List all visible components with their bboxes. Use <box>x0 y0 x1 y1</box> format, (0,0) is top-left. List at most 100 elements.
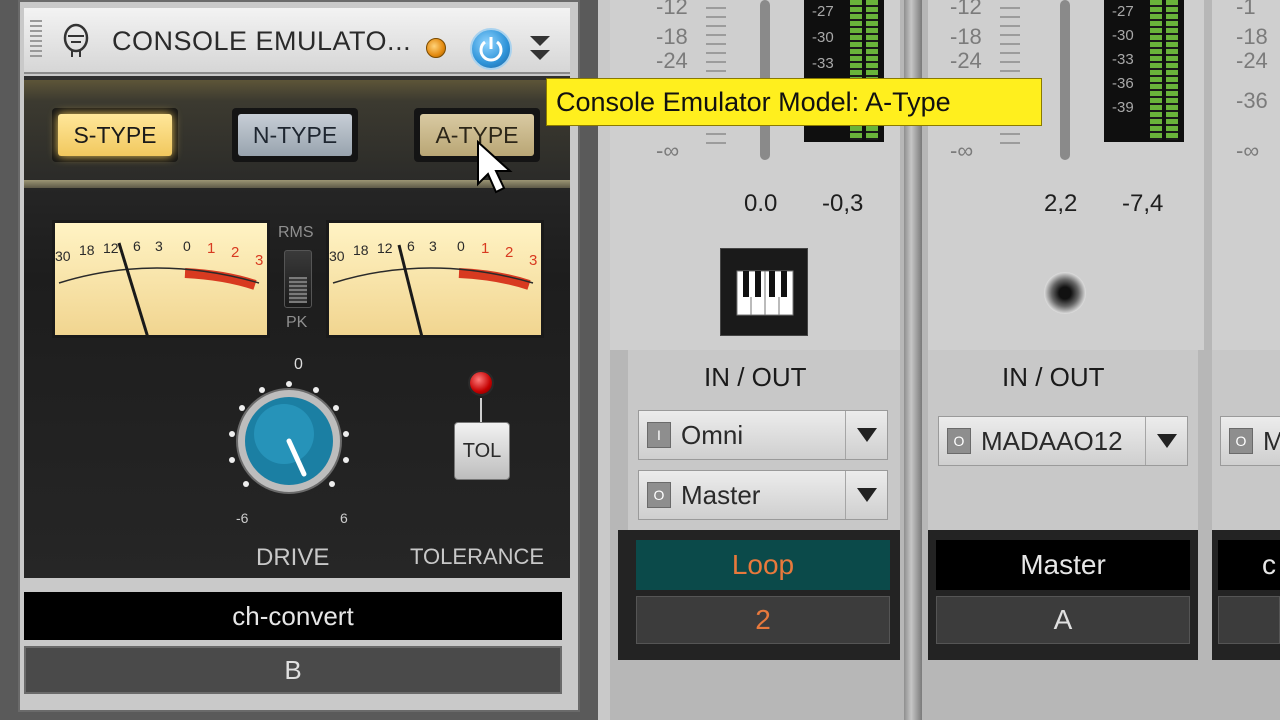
output-select[interactable]: O Master <box>638 470 888 520</box>
vu-meter-right: 30 18 12 6 3 0 1 2 3 <box>326 220 544 338</box>
output-value: MADAAO12 <box>981 425 1123 456</box>
drive-scale-zero: 0 <box>294 356 303 373</box>
meter-scale-33: -33 <box>1112 51 1134 68</box>
output-value: M <box>1263 425 1280 456</box>
meter-scale-30: -30 <box>1112 27 1134 44</box>
meter-bar-left <box>1150 0 1162 140</box>
input-select[interactable]: I Omni <box>638 410 888 460</box>
level-meter: -27 -30 -33 -36 -39 <box>1104 0 1184 142</box>
io-header: IN / OUT <box>1002 362 1105 392</box>
keyboard-icon[interactable] <box>720 248 808 336</box>
speaker-icon[interactable] <box>1044 272 1086 314</box>
vu-meter-left: 30 18 12 6 3 0 1 2 3 <box>52 220 270 338</box>
tooltip: Console Emulator Model: A-Type <box>546 78 1042 126</box>
meter-scale-36: -36 <box>1112 75 1134 92</box>
menu-dropdown-icon[interactable] <box>528 30 552 64</box>
n-type-label: N-TYPE <box>238 114 352 156</box>
n-type-button[interactable]: N-TYPE <box>232 108 358 162</box>
s-type-label: S-TYPE <box>58 114 172 156</box>
db-label: -∞ <box>1236 138 1260 163</box>
db-label: -12 <box>950 0 982 19</box>
chevron-down-icon <box>845 471 887 519</box>
drive-knob[interactable] <box>234 386 344 496</box>
plugin-header: CONSOLE EMULATO... <box>24 8 570 74</box>
route-assign[interactable]: A <box>936 596 1190 644</box>
tolerance-led <box>468 370 494 396</box>
meter-area: -1 -18 -24 -36 -∞ <box>1212 0 1280 350</box>
chevron-down-icon <box>1145 417 1187 465</box>
input-badge: I <box>647 422 671 448</box>
input-value: Omni <box>681 419 744 450</box>
vu-scale-30: 30 <box>329 248 345 264</box>
meter-scale-33: -33 <box>812 55 834 72</box>
power-icon <box>479 37 503 62</box>
db-label: -∞ <box>656 138 680 163</box>
mouse-cursor-icon <box>477 140 513 194</box>
vu-scale-18: 18 <box>79 242 95 258</box>
output-select[interactable]: O MADAAO12 <box>938 416 1188 466</box>
tol-button[interactable]: TOL <box>454 422 510 480</box>
tolerance-line <box>480 398 482 422</box>
db-label: -24 <box>950 48 982 73</box>
gain-value[interactable]: 0.0 <box>744 190 777 218</box>
track-name-master[interactable]: Master <box>936 540 1190 590</box>
plugin-panel: CONSOLE EMULATO... S-TYPE N-TYPE A-TYPE … <box>0 0 598 720</box>
drive-label: DRIVE <box>256 544 330 571</box>
db-label: -18 <box>1236 24 1268 49</box>
drive-scale-max: 6 <box>340 510 348 526</box>
vu-scale-0: 0 <box>457 238 465 254</box>
meter-area: -12 -18 -24 -∞ -27 -30 -33 0.0 -0,3 <box>610 0 900 350</box>
vu-scale-1: 1 <box>481 240 489 257</box>
db-label: -1 <box>1236 0 1256 19</box>
db-label: -24 <box>656 48 688 73</box>
track-name-partial[interactable]: c <box>1218 540 1280 590</box>
vu-scale-30: 30 <box>55 248 71 264</box>
meter-scale-39: -39 <box>1112 99 1134 116</box>
rms-label: RMS <box>278 224 314 241</box>
db-ticks <box>706 0 726 150</box>
vu-scale-1: 1 <box>207 240 215 257</box>
db-label: -∞ <box>950 138 974 163</box>
output-badge: O <box>1229 428 1253 454</box>
meter-scale-27: -27 <box>812 3 834 20</box>
route-assign[interactable] <box>1218 596 1280 644</box>
db-label: -18 <box>656 24 688 49</box>
peak-value[interactable]: -0,3 <box>822 190 863 218</box>
output-value: Master <box>681 479 761 510</box>
peak-value[interactable]: -7,4 <box>1122 190 1163 218</box>
vu-scale-18: 18 <box>353 242 369 258</box>
tolerance-label: TOLERANCE <box>410 544 545 569</box>
output-badge: O <box>947 428 971 454</box>
track-name-loop[interactable]: Loop <box>636 540 890 590</box>
vu-scale-2: 2 <box>231 244 239 261</box>
drive-scale-min: -6 <box>236 510 249 526</box>
vu-scale-3-red: 3 <box>529 252 537 269</box>
s-type-button[interactable]: S-TYPE <box>52 108 178 162</box>
vu-scale-6: 6 <box>407 238 415 254</box>
fader-track[interactable] <box>1060 0 1070 160</box>
io-header: IN / OUT <box>704 362 807 392</box>
plugin-title: CONSOLE EMULATO... <box>112 26 412 56</box>
meter-scale-30: -30 <box>812 29 834 46</box>
drag-handle[interactable] <box>30 20 42 60</box>
output-badge: O <box>647 482 671 508</box>
vu-scale-12: 12 <box>103 240 119 256</box>
vu-scale-0: 0 <box>183 238 191 254</box>
vu-scale-6: 6 <box>133 238 141 254</box>
rms-pk-switch[interactable] <box>284 250 312 308</box>
power-button[interactable] <box>470 28 512 70</box>
gain-value[interactable]: 2,2 <box>1044 190 1077 218</box>
output-select[interactable]: O M <box>1220 416 1280 466</box>
db-ticks <box>1000 0 1020 150</box>
db-label: -12 <box>656 0 688 19</box>
bus-assign[interactable]: B <box>24 646 562 694</box>
activity-led <box>426 38 446 58</box>
vu-scale-3: 3 <box>429 238 437 254</box>
vu-scale-3: 3 <box>155 238 163 254</box>
tube-icon <box>63 23 89 57</box>
track-name[interactable]: ch-convert <box>24 592 562 640</box>
vu-scale-2: 2 <box>505 244 513 261</box>
meter-area: -12 -18 -24 -∞ -27 -30 -33 -36 -39 2,2 -… <box>928 0 1204 350</box>
channel-strip-partial: -1 -18 -24 -36 -∞ O M c <box>1212 0 1280 720</box>
route-assign[interactable]: 2 <box>636 596 890 644</box>
